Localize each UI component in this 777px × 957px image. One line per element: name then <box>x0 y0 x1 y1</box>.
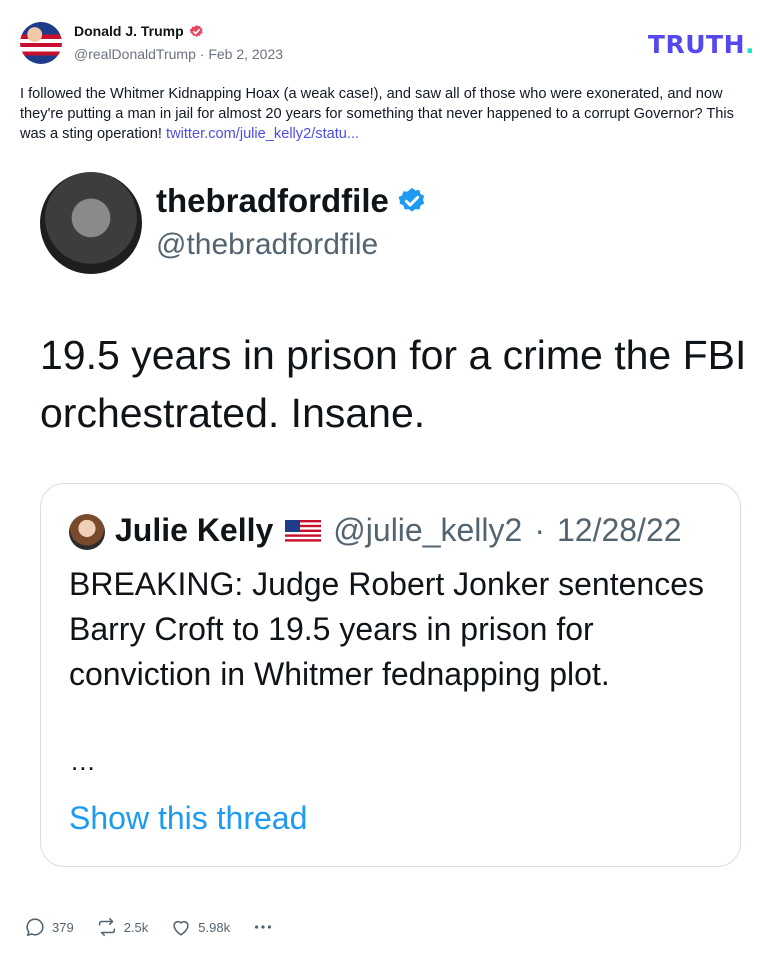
post-header: Donald J. Trump @realDonaldTrump · Feb 2… <box>20 20 757 66</box>
quoted-tweet-text: BREAKING: Judge Robert Jonker sentences … <box>69 566 704 692</box>
logo-dot: . <box>745 30 755 59</box>
quoted-separator: · <box>534 512 545 548</box>
author-handle[interactable]: @realDonaldTrump <box>74 46 196 62</box>
post-actions: 379 2.5k 5.98k <box>24 914 296 940</box>
quoted-date: 12/28/22 <box>556 512 682 548</box>
reply-button[interactable]: 379 <box>24 916 74 938</box>
post-body: I followed the Whitmer Kidnapping Hoax (… <box>20 84 760 144</box>
author-name-row: Donald J. Trump <box>74 23 204 39</box>
handle-separator: · <box>199 46 205 62</box>
logo-text: TRUTH <box>647 30 745 59</box>
quoted-tweet-card: Julie Kelly @julie_kelly2 · 12/28/22 BRE… <box>40 483 741 867</box>
post-media-image[interactable]: thebradfordfile @thebradfordfile 19.5 ye… <box>20 148 757 889</box>
verified-icon <box>398 187 425 212</box>
post-date[interactable]: Feb 2, 2023 <box>208 46 283 62</box>
author-handle-row: @realDonaldTrump · Feb 2, 2023 <box>74 46 283 62</box>
quoted-author-avatar <box>69 514 105 550</box>
embedded-author-name: thebradfordfile <box>156 182 389 219</box>
embedded-author-avatar <box>40 172 142 274</box>
author-display-name[interactable]: Donald J. Trump <box>74 23 184 39</box>
embedded-author-handle: @thebradfordfile <box>156 228 379 261</box>
like-count: 5.98k <box>198 919 231 935</box>
truth-logo[interactable]: TRUTH. <box>648 30 755 59</box>
embedded-tweet-text: 19.5 years in prison for a crime the FBI… <box>40 332 747 436</box>
quoted-ellipsis: ... <box>71 746 96 776</box>
like-icon <box>173 920 189 936</box>
quoted-tweet-header: Julie Kelly @julie_kelly2 · 12/28/22 <box>115 512 682 549</box>
post-text: I followed the Whitmer Kidnapping Hoax (… <box>20 86 734 142</box>
quoted-author-name: Julie Kelly <box>115 512 274 548</box>
quoted-author-handle: @julie_kelly2 <box>333 512 523 548</box>
retruth-button[interactable]: 2.5k <box>96 916 149 938</box>
retruth-icon <box>98 917 115 937</box>
like-button[interactable]: 5.98k <box>170 916 230 938</box>
more-icon <box>255 925 272 929</box>
show-thread-link: Show this thread <box>69 800 308 836</box>
post-link[interactable]: twitter.com/julie_kelly2/statu... <box>166 126 359 142</box>
reply-count: 379 <box>52 919 74 935</box>
more-button[interactable] <box>252 916 274 938</box>
author-avatar[interactable] <box>20 22 62 64</box>
us-flag-icon <box>285 519 322 542</box>
reply-icon <box>26 918 44 937</box>
retruth-count: 2.5k <box>123 919 149 935</box>
verified-icon <box>189 24 203 37</box>
embedded-author-name-row: thebradfordfile <box>156 182 427 220</box>
